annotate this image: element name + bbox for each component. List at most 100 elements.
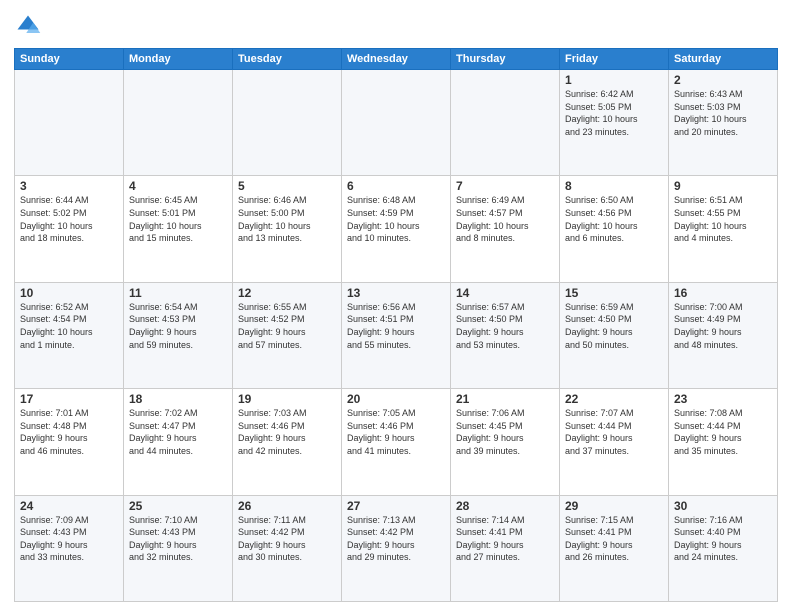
week-row-5: 24Sunrise: 7:09 AM Sunset: 4:43 PM Dayli… xyxy=(15,495,778,601)
day-number: 9 xyxy=(674,179,772,193)
header xyxy=(14,12,778,40)
day-cell: 28Sunrise: 7:14 AM Sunset: 4:41 PM Dayli… xyxy=(451,495,560,601)
day-info: Sunrise: 6:46 AM Sunset: 5:00 PM Dayligh… xyxy=(238,194,336,244)
day-info: Sunrise: 6:50 AM Sunset: 4:56 PM Dayligh… xyxy=(565,194,663,244)
day-info: Sunrise: 7:15 AM Sunset: 4:41 PM Dayligh… xyxy=(565,514,663,564)
day-info: Sunrise: 7:11 AM Sunset: 4:42 PM Dayligh… xyxy=(238,514,336,564)
day-number: 18 xyxy=(129,392,227,406)
day-header-friday: Friday xyxy=(560,49,669,70)
day-cell: 11Sunrise: 6:54 AM Sunset: 4:53 PM Dayli… xyxy=(124,282,233,388)
day-info: Sunrise: 7:09 AM Sunset: 4:43 PM Dayligh… xyxy=(20,514,118,564)
day-cell: 26Sunrise: 7:11 AM Sunset: 4:42 PM Dayli… xyxy=(233,495,342,601)
day-info: Sunrise: 6:43 AM Sunset: 5:03 PM Dayligh… xyxy=(674,88,772,138)
week-row-2: 3Sunrise: 6:44 AM Sunset: 5:02 PM Daylig… xyxy=(15,176,778,282)
day-number: 11 xyxy=(129,286,227,300)
day-number: 16 xyxy=(674,286,772,300)
day-number: 25 xyxy=(129,499,227,513)
day-number: 6 xyxy=(347,179,445,193)
day-info: Sunrise: 6:56 AM Sunset: 4:51 PM Dayligh… xyxy=(347,301,445,351)
day-cell: 23Sunrise: 7:08 AM Sunset: 4:44 PM Dayli… xyxy=(669,389,778,495)
day-cell: 29Sunrise: 7:15 AM Sunset: 4:41 PM Dayli… xyxy=(560,495,669,601)
day-header-wednesday: Wednesday xyxy=(342,49,451,70)
day-info: Sunrise: 6:59 AM Sunset: 4:50 PM Dayligh… xyxy=(565,301,663,351)
day-number: 2 xyxy=(674,73,772,87)
day-number: 3 xyxy=(20,179,118,193)
day-number: 19 xyxy=(238,392,336,406)
day-number: 12 xyxy=(238,286,336,300)
day-info: Sunrise: 7:01 AM Sunset: 4:48 PM Dayligh… xyxy=(20,407,118,457)
day-cell: 6Sunrise: 6:48 AM Sunset: 4:59 PM Daylig… xyxy=(342,176,451,282)
day-info: Sunrise: 7:10 AM Sunset: 4:43 PM Dayligh… xyxy=(129,514,227,564)
day-number: 14 xyxy=(456,286,554,300)
day-number: 23 xyxy=(674,392,772,406)
day-number: 15 xyxy=(565,286,663,300)
day-info: Sunrise: 6:42 AM Sunset: 5:05 PM Dayligh… xyxy=(565,88,663,138)
day-cell: 2Sunrise: 6:43 AM Sunset: 5:03 PM Daylig… xyxy=(669,70,778,176)
calendar: SundayMondayTuesdayWednesdayThursdayFrid… xyxy=(14,48,778,602)
week-row-1: 1Sunrise: 6:42 AM Sunset: 5:05 PM Daylig… xyxy=(15,70,778,176)
day-info: Sunrise: 6:57 AM Sunset: 4:50 PM Dayligh… xyxy=(456,301,554,351)
day-cell: 12Sunrise: 6:55 AM Sunset: 4:52 PM Dayli… xyxy=(233,282,342,388)
day-number: 21 xyxy=(456,392,554,406)
day-cell: 27Sunrise: 7:13 AM Sunset: 4:42 PM Dayli… xyxy=(342,495,451,601)
day-number: 1 xyxy=(565,73,663,87)
day-cell: 7Sunrise: 6:49 AM Sunset: 4:57 PM Daylig… xyxy=(451,176,560,282)
day-header-thursday: Thursday xyxy=(451,49,560,70)
logo xyxy=(14,12,44,40)
day-cell: 13Sunrise: 6:56 AM Sunset: 4:51 PM Dayli… xyxy=(342,282,451,388)
day-cell: 21Sunrise: 7:06 AM Sunset: 4:45 PM Dayli… xyxy=(451,389,560,495)
day-cell: 1Sunrise: 6:42 AM Sunset: 5:05 PM Daylig… xyxy=(560,70,669,176)
day-info: Sunrise: 7:05 AM Sunset: 4:46 PM Dayligh… xyxy=(347,407,445,457)
calendar-header: SundayMondayTuesdayWednesdayThursdayFrid… xyxy=(15,49,778,70)
day-cell xyxy=(124,70,233,176)
day-cell: 14Sunrise: 6:57 AM Sunset: 4:50 PM Dayli… xyxy=(451,282,560,388)
day-info: Sunrise: 7:03 AM Sunset: 4:46 PM Dayligh… xyxy=(238,407,336,457)
day-info: Sunrise: 7:16 AM Sunset: 4:40 PM Dayligh… xyxy=(674,514,772,564)
day-cell: 10Sunrise: 6:52 AM Sunset: 4:54 PM Dayli… xyxy=(15,282,124,388)
day-header-monday: Monday xyxy=(124,49,233,70)
day-cell: 19Sunrise: 7:03 AM Sunset: 4:46 PM Dayli… xyxy=(233,389,342,495)
day-cell: 15Sunrise: 6:59 AM Sunset: 4:50 PM Dayli… xyxy=(560,282,669,388)
day-cell: 18Sunrise: 7:02 AM Sunset: 4:47 PM Dayli… xyxy=(124,389,233,495)
day-number: 5 xyxy=(238,179,336,193)
day-info: Sunrise: 6:54 AM Sunset: 4:53 PM Dayligh… xyxy=(129,301,227,351)
day-number: 27 xyxy=(347,499,445,513)
day-number: 24 xyxy=(20,499,118,513)
day-cell: 4Sunrise: 6:45 AM Sunset: 5:01 PM Daylig… xyxy=(124,176,233,282)
week-row-3: 10Sunrise: 6:52 AM Sunset: 4:54 PM Dayli… xyxy=(15,282,778,388)
day-number: 10 xyxy=(20,286,118,300)
day-info: Sunrise: 6:48 AM Sunset: 4:59 PM Dayligh… xyxy=(347,194,445,244)
day-number: 22 xyxy=(565,392,663,406)
day-cell xyxy=(15,70,124,176)
day-number: 26 xyxy=(238,499,336,513)
day-info: Sunrise: 6:51 AM Sunset: 4:55 PM Dayligh… xyxy=(674,194,772,244)
day-info: Sunrise: 7:08 AM Sunset: 4:44 PM Dayligh… xyxy=(674,407,772,457)
day-cell: 20Sunrise: 7:05 AM Sunset: 4:46 PM Dayli… xyxy=(342,389,451,495)
day-number: 29 xyxy=(565,499,663,513)
day-cell: 3Sunrise: 6:44 AM Sunset: 5:02 PM Daylig… xyxy=(15,176,124,282)
day-number: 28 xyxy=(456,499,554,513)
day-info: Sunrise: 7:02 AM Sunset: 4:47 PM Dayligh… xyxy=(129,407,227,457)
day-cell xyxy=(233,70,342,176)
day-number: 7 xyxy=(456,179,554,193)
day-info: Sunrise: 6:55 AM Sunset: 4:52 PM Dayligh… xyxy=(238,301,336,351)
day-number: 30 xyxy=(674,499,772,513)
day-cell xyxy=(451,70,560,176)
day-number: 8 xyxy=(565,179,663,193)
day-header-tuesday: Tuesday xyxy=(233,49,342,70)
header-row: SundayMondayTuesdayWednesdayThursdayFrid… xyxy=(15,49,778,70)
day-cell: 9Sunrise: 6:51 AM Sunset: 4:55 PM Daylig… xyxy=(669,176,778,282)
day-info: Sunrise: 7:13 AM Sunset: 4:42 PM Dayligh… xyxy=(347,514,445,564)
day-cell: 22Sunrise: 7:07 AM Sunset: 4:44 PM Dayli… xyxy=(560,389,669,495)
day-cell: 25Sunrise: 7:10 AM Sunset: 4:43 PM Dayli… xyxy=(124,495,233,601)
day-cell: 30Sunrise: 7:16 AM Sunset: 4:40 PM Dayli… xyxy=(669,495,778,601)
day-cell: 5Sunrise: 6:46 AM Sunset: 5:00 PM Daylig… xyxy=(233,176,342,282)
day-header-saturday: Saturday xyxy=(669,49,778,70)
day-number: 20 xyxy=(347,392,445,406)
day-info: Sunrise: 6:49 AM Sunset: 4:57 PM Dayligh… xyxy=(456,194,554,244)
day-info: Sunrise: 6:45 AM Sunset: 5:01 PM Dayligh… xyxy=(129,194,227,244)
day-info: Sunrise: 6:44 AM Sunset: 5:02 PM Dayligh… xyxy=(20,194,118,244)
day-number: 17 xyxy=(20,392,118,406)
day-cell xyxy=(342,70,451,176)
day-info: Sunrise: 6:52 AM Sunset: 4:54 PM Dayligh… xyxy=(20,301,118,351)
